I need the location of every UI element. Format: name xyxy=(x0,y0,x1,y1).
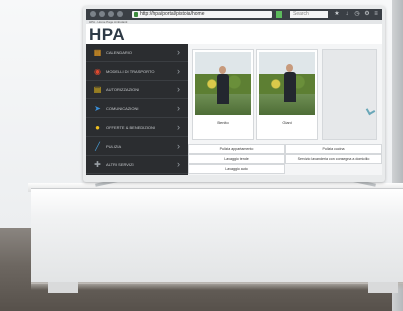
sidebar-item-label: CALENDARIO xyxy=(106,50,133,55)
forward-icon[interactable] xyxy=(99,11,105,17)
sidebar-item[interactable]: ◉ MODELLI DI TRASPORTO › xyxy=(86,63,188,81)
go-button[interactable] xyxy=(276,11,282,18)
person-name: Giani xyxy=(282,120,292,125)
reload-icon[interactable] xyxy=(117,11,123,17)
back-icon[interactable] xyxy=(90,11,96,17)
person-body xyxy=(284,72,296,102)
person-card[interactable]: Benito xyxy=(192,49,254,140)
sidebar-item-label: PULIZIA xyxy=(106,143,122,149)
chevron-right-icon: › xyxy=(177,47,180,57)
chevron-right-icon: › xyxy=(177,121,180,132)
sidebar-item-label: ALTRI SERVIZI xyxy=(106,162,134,168)
action-button[interactable]: Lavaggio auto xyxy=(188,164,285,174)
settings-icon[interactable]: ⚙ xyxy=(364,11,370,18)
document-icon: ▤ xyxy=(93,85,102,95)
sidebar-item[interactable]: ● OFFERTE & BENEDIZIONI › xyxy=(86,119,188,137)
send-icon: ➤ xyxy=(94,104,101,114)
sidebar: ▦ CALENDARIO › ◉ MODELLI DI TRASPORTO › ▤ AUTOR… xyxy=(86,44,188,175)
sidebar-item-label: OFFERTE & BENEDIZIONI xyxy=(106,124,156,130)
history-icon[interactable]: ◷ xyxy=(354,11,360,18)
brush-icon: ╱ xyxy=(95,141,100,151)
chevron-right-icon: › xyxy=(177,65,180,76)
chevron-right-icon: › xyxy=(177,140,180,151)
sidebar-item-label: AUTORIZZAZIONI xyxy=(106,87,140,93)
lightbulb-icon: ● xyxy=(95,122,100,132)
lock-icon xyxy=(134,12,138,17)
car-icon: ◉ xyxy=(94,66,101,76)
cursor-icon xyxy=(365,105,376,116)
app-logo[interactable]: HPA xyxy=(89,25,125,44)
url-text: http://hpa/portal/pistoia/home xyxy=(140,11,205,17)
empty-panel xyxy=(322,49,377,140)
person-photo xyxy=(259,52,315,115)
person-card[interactable]: Giani xyxy=(256,49,318,140)
cabinet-shadow xyxy=(31,282,403,290)
action-grid: Pulizia appartamento Pulizia cucina Lava… xyxy=(188,144,382,175)
sidebar-item[interactable]: ▤ AUTORIZZAZIONI › xyxy=(86,81,188,100)
home-icon[interactable] xyxy=(108,11,114,17)
sidebar-item-label: MODELLI DI TRASPORTO xyxy=(106,68,155,74)
person-head xyxy=(286,64,293,72)
action-button[interactable]: Pulizia cucina xyxy=(285,144,382,154)
search-input[interactable]: Search xyxy=(290,11,328,18)
sidebar-item[interactable]: ▦ CALENDARIO › xyxy=(86,44,188,62)
menu-icon[interactable]: ≡ xyxy=(373,11,379,18)
downloads-icon[interactable]: ↓ xyxy=(344,11,350,18)
calendar-icon: ▦ xyxy=(93,48,102,57)
sidebar-item[interactable]: ➤ COMUNICAZIONI › xyxy=(86,100,188,119)
person-body xyxy=(217,74,229,104)
bookmark-icon[interactable]: ★ xyxy=(334,11,340,18)
cabinet-foot-right xyxy=(368,282,398,293)
sidebar-item-label: COMUNICAZIONI xyxy=(106,106,139,112)
browser-toolbar: http://hpa/portal/pistoia/home Search ★ … xyxy=(86,9,382,20)
action-button[interactable]: Lavaggio tende xyxy=(188,154,285,164)
person-name: Benito xyxy=(217,120,229,125)
app-header: HPA xyxy=(86,24,382,44)
action-button[interactable]: Servizio lavanderia con consegna a domic… xyxy=(285,154,382,164)
wrench-icon: ✚ xyxy=(94,160,101,170)
tv-cabinet xyxy=(31,188,403,284)
chevron-right-icon: › xyxy=(177,159,180,170)
sidebar-item[interactable]: ✚ ALTRI SERVIZI › xyxy=(86,156,188,175)
cabinet-foot-left xyxy=(48,282,78,293)
person-photo xyxy=(195,52,251,115)
sidebar-item[interactable]: ╱ PULIZIA › xyxy=(86,138,188,156)
search-placeholder: Search xyxy=(293,11,309,17)
address-bar[interactable]: http://hpa/portal/pistoia/home xyxy=(132,11,272,18)
main-content: Benito Giani Pulizia appartamento Pulizi… xyxy=(188,44,382,175)
action-button[interactable]: Pulizia appartamento xyxy=(188,144,285,154)
person-head xyxy=(219,66,226,74)
tv-screen: http://hpa/portal/pistoia/home Search ★ … xyxy=(86,9,382,175)
chevron-right-icon: › xyxy=(177,84,180,95)
chevron-right-icon: › xyxy=(177,103,180,114)
